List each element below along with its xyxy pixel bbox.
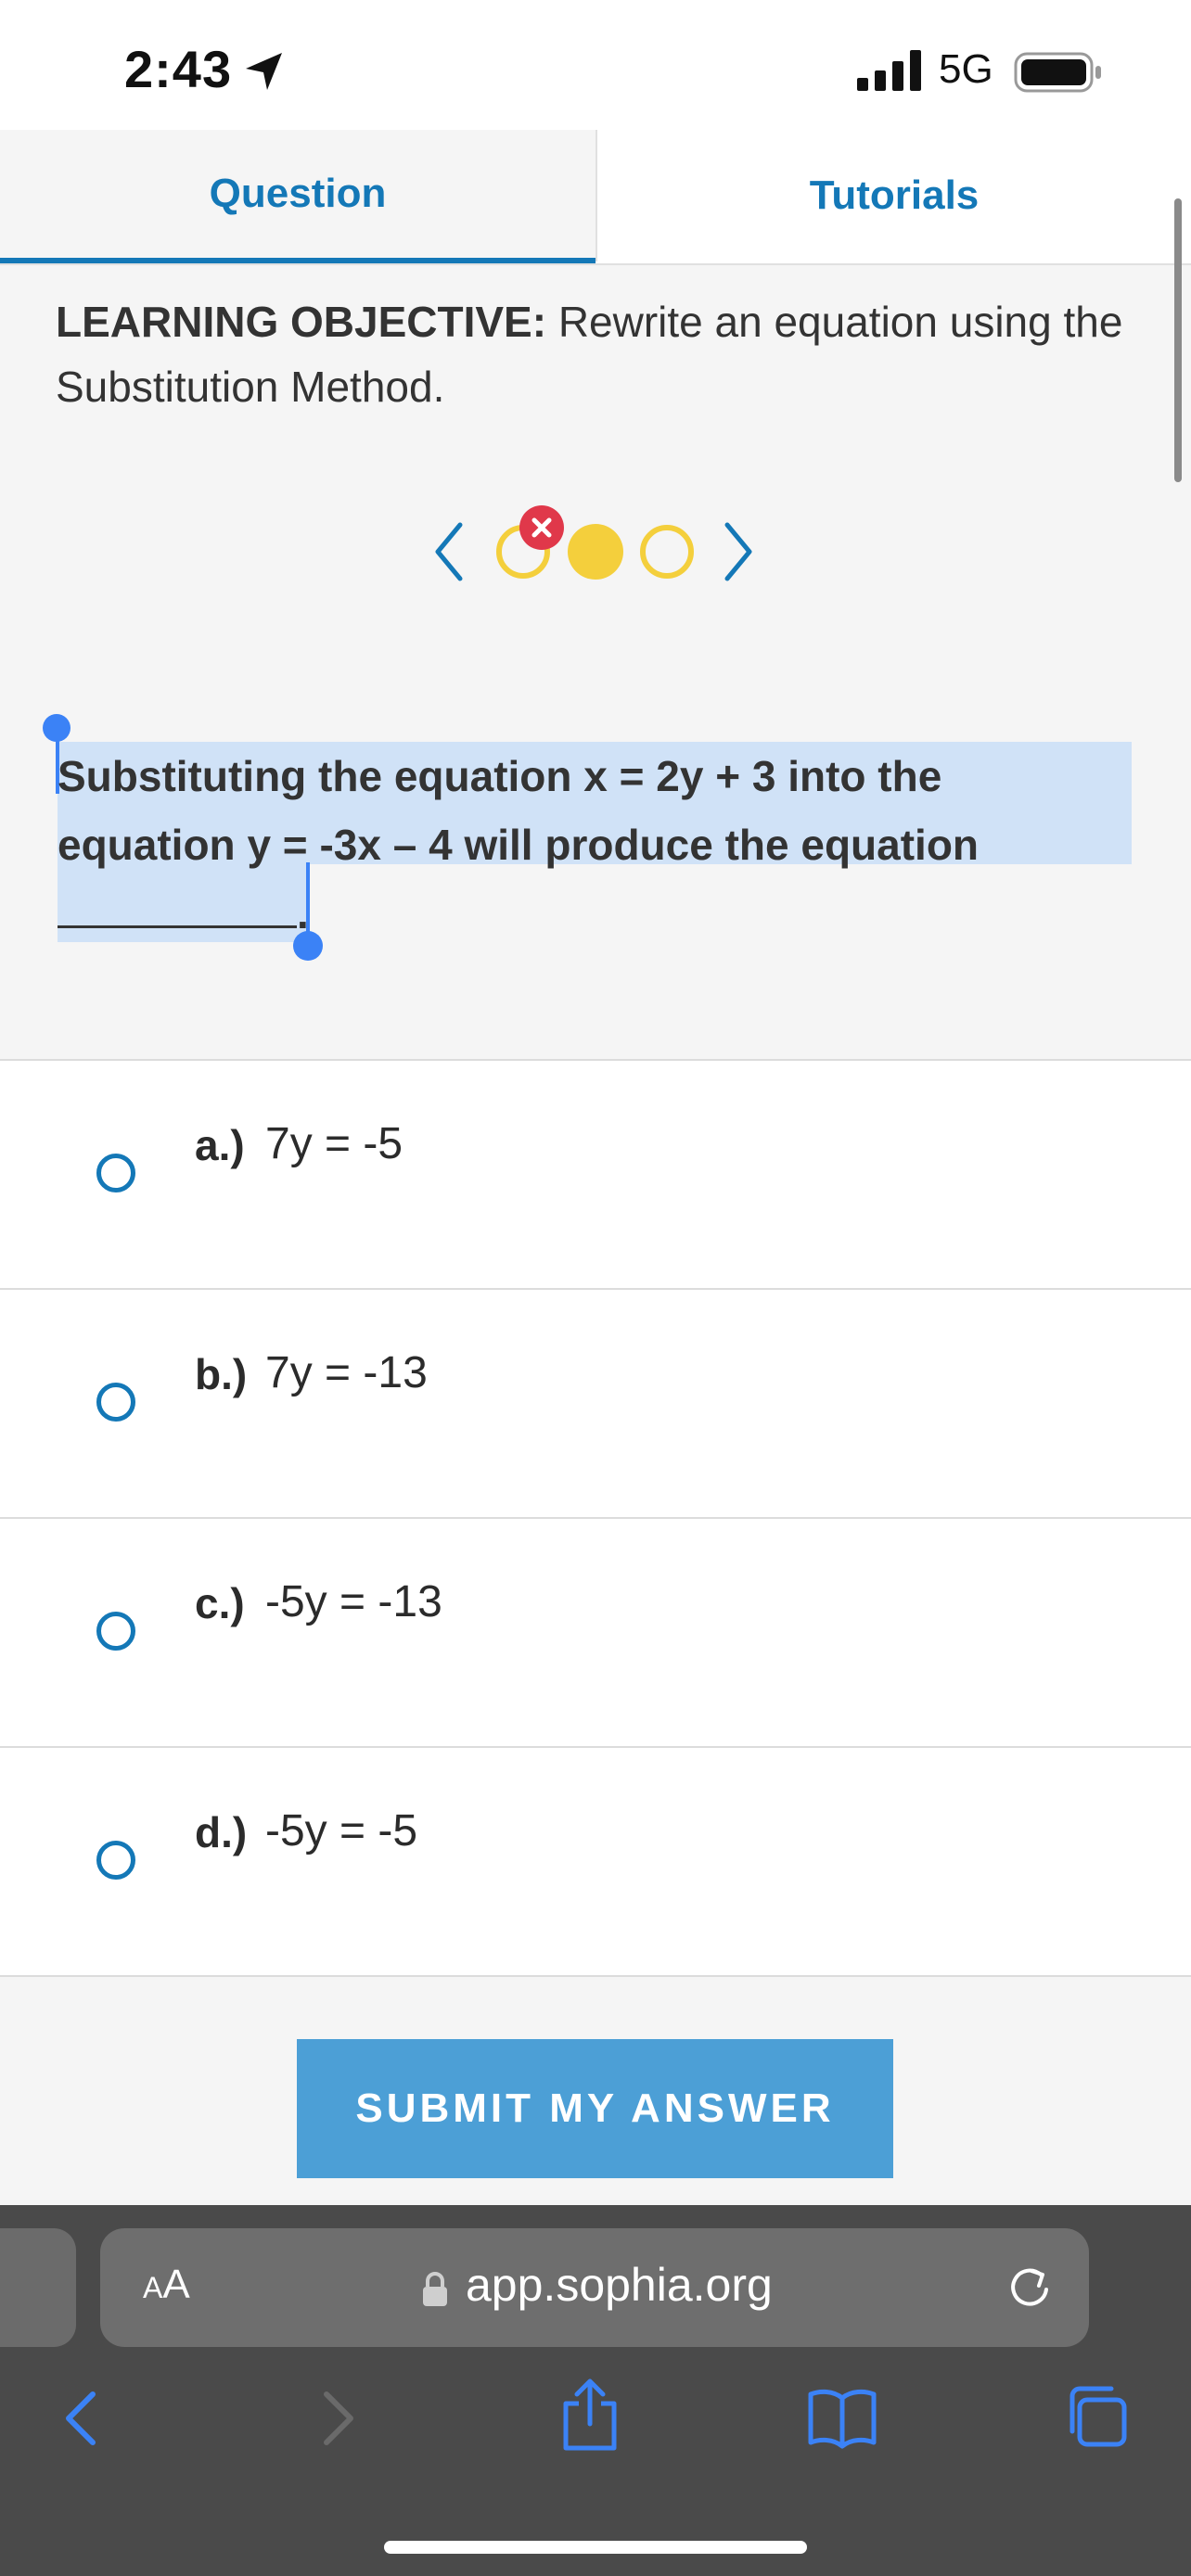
reload-icon[interactable] [1004,2262,1056,2314]
text-size-button[interactable]: AA [143,2262,190,2308]
answer-blank [58,898,297,928]
progress-dot-current[interactable] [568,524,623,580]
option-b[interactable]: b.) 7y = -13 [0,1288,1191,1517]
lock-icon [423,2272,447,2306]
status-bar: 2:43 5G [0,0,1191,130]
objective-label: LEARNING OBJECTIVE: [56,298,547,346]
option-text: 7y = -13 [265,1348,428,1397]
location-arrow-icon [246,53,282,90]
tab-tutorials[interactable]: Tutorials [596,130,1191,261]
incorrect-badge-icon [519,505,564,550]
text-size-large-a: A [162,2262,190,2307]
url-text: app.sophia.org [466,2259,773,2311]
radio-button[interactable] [96,1841,135,1880]
option-letter: a.) [195,1121,245,1169]
text-size-small-a: A [143,2271,163,2304]
question-line-3: . [58,879,1132,948]
progress-dot-empty[interactable] [640,525,694,579]
bookmarks-icon[interactable] [807,2383,877,2450]
option-d[interactable]: d.) -5y = -5 [0,1746,1191,1977]
cellular-signal-icon [857,50,921,91]
option-c[interactable]: c.) -5y = -13 [0,1517,1191,1746]
option-text: -5y = -5 [265,1806,418,1855]
home-indicator[interactable] [384,2541,807,2554]
learning-objective: LEARNING OBJECTIVE: Rewrite an equation … [56,289,1141,419]
next-question-icon[interactable] [724,522,752,581]
question-progress [435,505,752,581]
question-text: Substituting the equation x = 2y + 3 int… [58,742,1132,948]
submit-answer-button[interactable]: SUBMIT MY ANSWER [297,2039,893,2178]
tab-question[interactable]: Question [0,130,596,263]
address-bar[interactable]: AA app.sophia.org [100,2228,1089,2347]
share-icon[interactable] [557,2376,623,2454]
question-line-1: Substituting the equation x = 2y + 3 int… [58,752,942,800]
option-letter: b.) [195,1350,248,1398]
status-time: 2:43 [124,40,233,98]
option-text: -5y = -13 [265,1577,442,1626]
question-line-2: equation y = -3x – 4 will produce the eq… [58,821,980,869]
option-text: 7y = -5 [265,1119,403,1168]
question-end: . [297,889,309,937]
answer-options: a.) 7y = -5 b.) 7y = -13 c.) -5y = -13 d… [0,1059,1191,1977]
option-letter: c.) [195,1579,245,1627]
tab-bar: Question Tutorials [0,130,1191,265]
back-icon[interactable] [52,2383,108,2454]
battery-icon [1014,52,1101,93]
forward-icon[interactable] [312,2383,367,2454]
radio-button[interactable] [96,1154,135,1192]
scrollbar[interactable] [1174,198,1182,482]
radio-button[interactable] [96,1612,135,1651]
network-type: 5G [939,46,993,92]
previous-tab-preview[interactable] [0,2228,76,2347]
radio-button[interactable] [96,1383,135,1422]
tabs-icon[interactable] [1063,2383,1130,2450]
option-letter: d.) [195,1808,248,1856]
prev-question-icon[interactable] [435,522,463,581]
option-a[interactable]: a.) 7y = -5 [0,1059,1191,1288]
